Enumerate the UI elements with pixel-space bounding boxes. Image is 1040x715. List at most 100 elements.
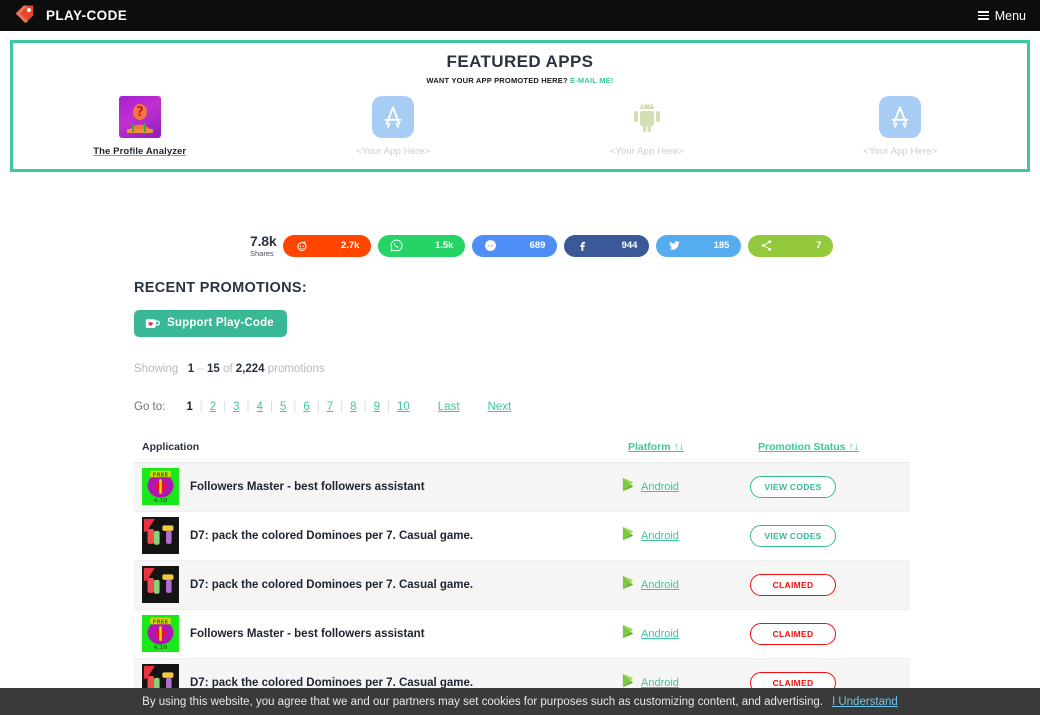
view-codes-button[interactable]: VIEW CODES: [750, 475, 836, 498]
pagination-page-8[interactable]: 8: [343, 401, 363, 413]
featured-slot-4[interactable]: <Your App Here>: [774, 96, 1028, 157]
featured-slot-label[interactable]: <Your App Here>: [356, 146, 430, 157]
showing-from: 1: [187, 362, 195, 375]
showing-dash: –: [197, 362, 204, 375]
support-play-code-button[interactable]: Support Play-Code: [134, 309, 287, 337]
featured-slot-list: ? The Profile Analyzer <Your App Here> <…: [13, 96, 1027, 157]
pagination-page-4[interactable]: 4: [250, 401, 270, 413]
column-header-application: Application: [134, 434, 620, 463]
table-row[interactable]: D7: pack the colored Dominoes per 7. Cas…: [134, 511, 910, 561]
featured-slot-label[interactable]: The Profile Analyzer: [93, 146, 186, 157]
pagination-page-5[interactable]: 5: [273, 401, 293, 413]
email-me-link[interactable]: E-MAIL ME!: [570, 76, 614, 85]
featured-slot-1[interactable]: ? The Profile Analyzer: [13, 96, 267, 157]
app-name: D7: pack the colored Dominoes per 7. Cas…: [190, 529, 474, 542]
menu-button[interactable]: Menu: [977, 8, 1026, 23]
app-name: Followers Master - best followers assist…: [190, 627, 425, 640]
cell-platform: Android: [620, 609, 750, 659]
app-store-icon: [879, 96, 922, 138]
cookie-consent-banner: By using this website, you agree that we…: [0, 688, 1040, 715]
showing-total: 2,224: [235, 362, 265, 375]
showing-prefix: Showing: [134, 362, 179, 375]
svg-text:4.10: 4.10: [154, 645, 168, 651]
promotions-table-body: FREE 4.10 Followers Master - best follow…: [134, 462, 910, 715]
google-play-icon: [620, 525, 637, 547]
share-total: 7.8k Shares: [250, 233, 277, 258]
pagination-page-9[interactable]: 9: [367, 401, 387, 413]
android-robot-icon: [626, 96, 668, 138]
featured-slot-3[interactable]: <Your App Here>: [520, 96, 774, 157]
share-total-label: Shares: [250, 249, 274, 258]
platform-link[interactable]: Android: [641, 677, 679, 689]
app-store-icon: [372, 96, 415, 138]
claimed-badge[interactable]: CLAIMED: [750, 622, 836, 645]
twitter-icon: [668, 239, 681, 252]
followers-master-app-icon: FREE 4.10: [142, 468, 179, 505]
pagination-last[interactable]: Last: [431, 401, 467, 413]
column-header-platform[interactable]: Platform ↑↓: [620, 434, 750, 463]
cell-application: D7: pack the colored Dominoes per 7. Cas…: [134, 560, 620, 610]
featured-apps-title: FEATURED APPS: [446, 52, 594, 71]
google-play-icon: [620, 623, 637, 645]
showing-of: of: [222, 362, 233, 375]
table-row[interactable]: FREE 4.10 Followers Master - best follow…: [134, 462, 910, 512]
pagination-page-10[interactable]: 10: [390, 401, 417, 413]
pagination-goto-label: Go to:: [134, 400, 166, 413]
featured-apps-subtitle: WANT YOUR APP PROMOTED HERE? E-MAIL ME!: [13, 76, 1027, 85]
hamburger-icon: [977, 11, 989, 20]
featured-slot-label[interactable]: <Your App Here>: [863, 146, 937, 157]
cell-application: FREE 4.10 Followers Master - best follow…: [134, 609, 620, 659]
column-header-status[interactable]: Promotion Status ↑↓: [750, 434, 910, 463]
claimed-badge[interactable]: CLAIMED: [750, 573, 836, 596]
share-count-whatsapp: 1.5k: [434, 240, 454, 252]
pagination-page-7[interactable]: 7: [320, 401, 340, 413]
platform-link[interactable]: Android: [641, 579, 679, 591]
brand-logo[interactable]: PLAY-CODE: [14, 3, 127, 29]
share-button-twitter[interactable]: 185: [656, 234, 742, 257]
whatsapp-icon: [390, 239, 403, 252]
share-button-more[interactable]: 7: [748, 234, 834, 257]
featured-apps-panel: FEATURED APPS WANT YOUR APP PROMOTED HER…: [10, 40, 1030, 172]
svg-text:FREE: FREE: [153, 472, 169, 478]
share-nodes-icon: [760, 239, 773, 252]
platform-link[interactable]: Android: [641, 481, 679, 493]
social-share-bar: 7.8k Shares 2.7k 1.5k 689 944 185 7: [250, 234, 1040, 258]
featured-slot-2[interactable]: <Your App Here>: [267, 96, 521, 157]
platform-link[interactable]: Android: [641, 628, 679, 640]
share-count-messenger: 689: [529, 240, 546, 252]
pagination-page-2[interactable]: 2: [203, 401, 223, 413]
share-button-facebook[interactable]: 944: [564, 234, 650, 257]
pagination-next[interactable]: Next: [481, 401, 519, 413]
cookie-accept-link[interactable]: I Understand: [832, 696, 898, 708]
menu-label: Menu: [994, 8, 1026, 23]
cell-application: D7: pack the colored Dominoes per 7. Cas…: [134, 511, 620, 561]
featured-slot-label[interactable]: <Your App Here>: [610, 146, 684, 157]
facebook-icon: [576, 239, 589, 252]
promotions-table: Application Platform ↑↓ Promotion Status…: [134, 434, 910, 715]
view-codes-button[interactable]: VIEW CODES: [750, 524, 836, 547]
cell-status: CLAIMED: [750, 560, 910, 610]
showing-to: 15: [206, 362, 220, 375]
coffee-cup-icon: [145, 317, 161, 330]
cell-platform: Android: [620, 462, 750, 512]
pagination-page-6[interactable]: 6: [296, 401, 316, 413]
followers-master-app-icon: FREE 4.10: [142, 615, 179, 652]
share-button-reddit[interactable]: 2.7k: [283, 234, 372, 257]
share-count-facebook: 944: [621, 240, 638, 252]
platform-link[interactable]: Android: [641, 530, 679, 542]
share-total-count: 7.8k: [250, 233, 277, 249]
share-button-messenger[interactable]: 689: [472, 234, 558, 257]
table-row[interactable]: FREE 4.10 Followers Master - best follow…: [134, 609, 910, 659]
share-count-more: 7: [816, 240, 822, 252]
share-button-whatsapp[interactable]: 1.5k: [378, 234, 466, 257]
google-play-icon: [620, 574, 637, 596]
top-navigation-bar: PLAY-CODE Menu: [0, 0, 1040, 31]
tag-icon: [14, 3, 35, 29]
table-row[interactable]: D7: pack the colored Dominoes per 7. Cas…: [134, 560, 910, 610]
pagination-page-3[interactable]: 3: [226, 401, 246, 413]
cell-application: FREE 4.10 Followers Master - best follow…: [134, 462, 620, 512]
app-name: D7: pack the colored Dominoes per 7. Cas…: [190, 676, 474, 689]
pagination-current-page: 1: [186, 400, 193, 413]
app-name: Followers Master - best followers assist…: [190, 480, 425, 493]
d7-dominoes-app-icon: [142, 517, 179, 554]
